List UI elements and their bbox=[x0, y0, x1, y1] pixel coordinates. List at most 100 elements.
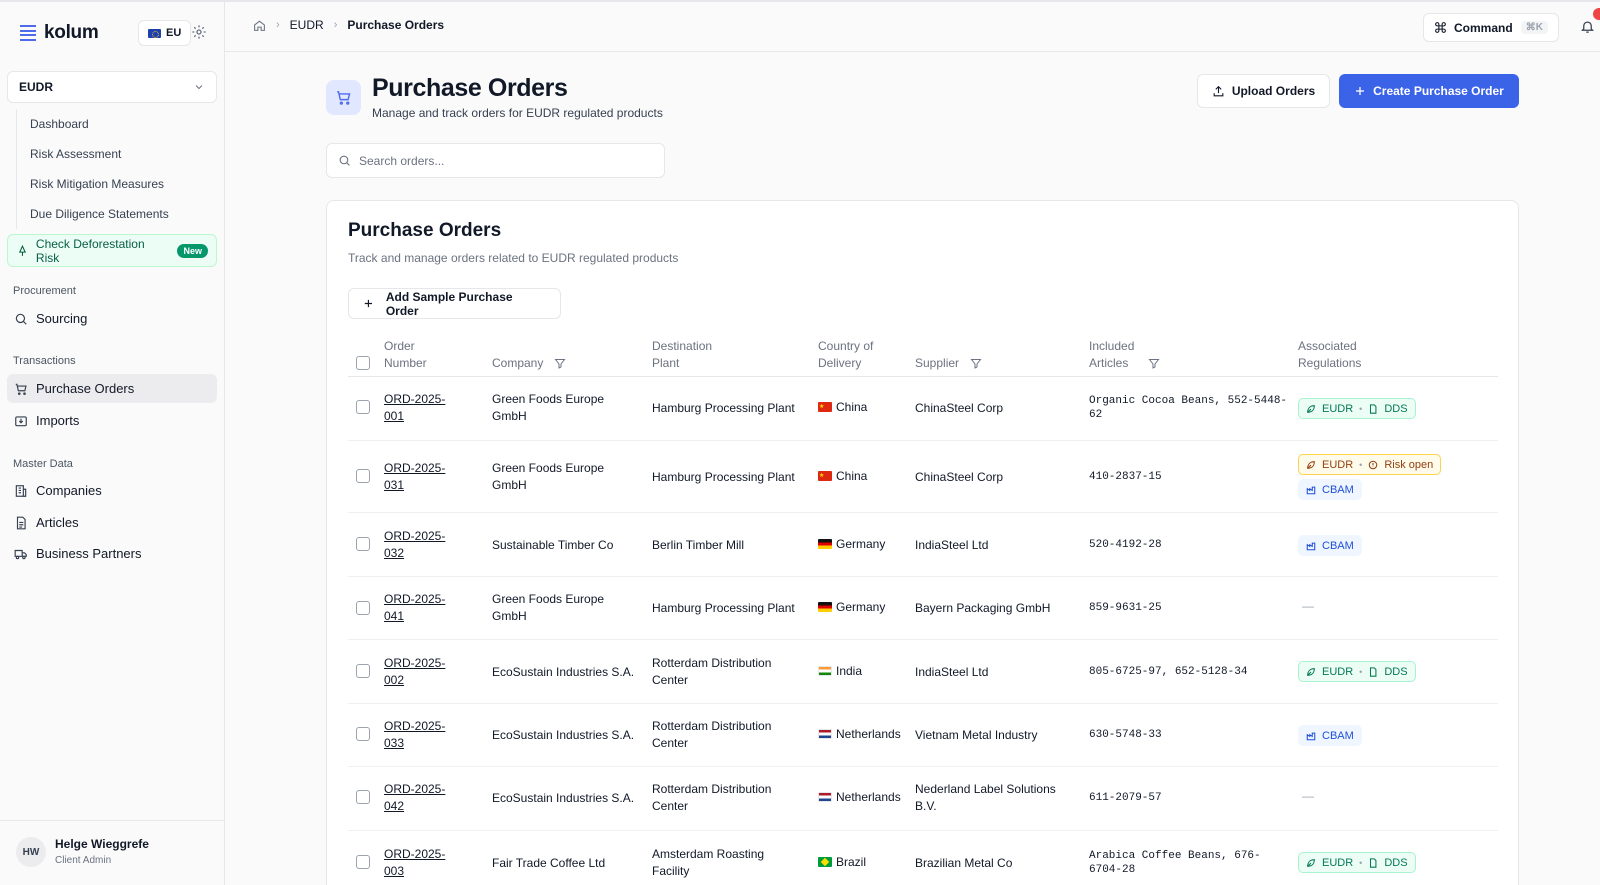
row-checkbox[interactable] bbox=[356, 469, 370, 483]
badge-separator: • bbox=[1359, 857, 1363, 868]
country-cell: Germany bbox=[818, 536, 885, 553]
column-header-order-number[interactable]: Order Number bbox=[384, 338, 427, 372]
order-number-link[interactable]: ORD-2025- 003 bbox=[384, 846, 445, 880]
table-row[interactable]: ORD-2025- 042 EcoSustain Industries S.A. … bbox=[348, 767, 1498, 831]
table-row[interactable]: ORD-2025- 033 EcoSustain Industries S.A. … bbox=[348, 704, 1498, 767]
order-number-text: 042 bbox=[384, 799, 405, 813]
subnav-item-risk-assessment[interactable]: Risk Assessment bbox=[17, 139, 216, 169]
sidebar-item-purchase-orders[interactable]: Purchase Orders bbox=[7, 374, 217, 403]
bell-icon[interactable] bbox=[1580, 19, 1595, 34]
subnav-item-risk-mitigation[interactable]: Risk Mitigation Measures bbox=[17, 169, 216, 199]
row-checkbox[interactable] bbox=[356, 790, 370, 804]
company-text: Green Foods Europe bbox=[492, 461, 605, 475]
column-header-destination-plant[interactable]: Destination Plant bbox=[652, 338, 712, 372]
filter-icon[interactable] bbox=[554, 357, 566, 370]
row-checkbox[interactable] bbox=[356, 601, 370, 615]
command-palette-button[interactable]: Command ⌘K bbox=[1423, 13, 1559, 42]
column-header-articles[interactable]: Included Articles bbox=[1089, 338, 1134, 372]
sidebar-item-sourcing[interactable]: Sourcing bbox=[7, 304, 217, 333]
add-sample-order-button[interactable]: Add Sample Purchase Order bbox=[348, 288, 561, 319]
factory-icon bbox=[1306, 542, 1316, 550]
module-select[interactable]: EUDR bbox=[7, 71, 217, 103]
table-row[interactable]: ORD-2025- 003 Fair Trade Coffee Ltd Amste… bbox=[348, 831, 1498, 885]
row-checkbox[interactable] bbox=[356, 727, 370, 741]
search-input[interactable] bbox=[359, 153, 649, 168]
order-number-link[interactable]: ORD-2025- 002 bbox=[384, 655, 445, 689]
supplier-cell: Bayern Packaging GmbH bbox=[915, 601, 1051, 615]
order-number-link[interactable]: ORD-2025- 041 bbox=[384, 591, 445, 625]
region-selector[interactable]: EU bbox=[138, 20, 192, 46]
cbam-badge[interactable]: CBAM bbox=[1298, 535, 1362, 556]
select-all-checkbox[interactable] bbox=[356, 356, 370, 370]
row-checkbox[interactable] bbox=[356, 537, 370, 551]
eudr-dds-badge[interactable]: EUDR • DDS bbox=[1298, 852, 1416, 873]
order-number-link[interactable]: ORD-2025- 042 bbox=[384, 781, 445, 815]
eudr-dds-badge[interactable]: EUDR • DDS bbox=[1298, 398, 1416, 419]
search-box bbox=[326, 143, 665, 178]
filter-icon[interactable] bbox=[1148, 357, 1160, 370]
articles-cell: 520-4192-28 bbox=[1089, 539, 1162, 551]
country-text: India bbox=[836, 664, 863, 678]
supplier-cell: IndiaSteel Ltd bbox=[915, 538, 989, 552]
order-number-link[interactable]: ORD-2025- 001 bbox=[384, 391, 445, 425]
logo[interactable]: kolum bbox=[20, 22, 99, 44]
badge-separator: • bbox=[1359, 403, 1363, 414]
document-icon bbox=[1370, 403, 1377, 414]
gear-icon[interactable] bbox=[191, 24, 207, 40]
sidebar-item-articles[interactable]: Articles bbox=[7, 508, 217, 537]
leaf-icon bbox=[1307, 667, 1315, 676]
cbam-badge[interactable]: CBAM bbox=[1298, 479, 1362, 500]
table-row[interactable]: ORD-2025- 041 Green Foods Europe GmbH Hamb… bbox=[348, 577, 1498, 640]
subnav-item-dashboard[interactable]: Dashboard bbox=[17, 109, 216, 139]
order-number-text: ORD-2025- bbox=[384, 392, 446, 406]
search-icon bbox=[15, 313, 27, 325]
column-header-company[interactable]: Company bbox=[492, 355, 543, 372]
import-icon bbox=[15, 415, 27, 426]
table-row[interactable]: ORD-2025- 002 EcoSustain Industries S.A. … bbox=[348, 640, 1498, 704]
home-icon[interactable] bbox=[253, 19, 266, 32]
cbam-badge[interactable]: CBAM bbox=[1298, 725, 1362, 746]
country-cell: Brazil bbox=[818, 854, 866, 871]
upload-orders-button[interactable]: Upload Orders bbox=[1197, 74, 1330, 108]
sidebar-item-label: Purchase Orders bbox=[36, 381, 135, 396]
breadcrumb-item-eudr[interactable]: EUDR bbox=[290, 18, 324, 32]
eudr-risk-badge[interactable]: EUDR • Risk open bbox=[1298, 454, 1442, 475]
leaf-icon bbox=[1307, 460, 1315, 469]
badge-dds: DDS bbox=[1384, 856, 1408, 869]
header-text: Plant bbox=[652, 356, 680, 370]
row-checkbox[interactable] bbox=[356, 664, 370, 678]
filter-icon[interactable] bbox=[970, 357, 982, 370]
user-profile[interactable]: HW Helge Wieggrefe Client Admin bbox=[0, 820, 224, 885]
country-cell: Germany bbox=[818, 599, 885, 616]
table-row[interactable]: ORD-2025- 031 Green Foods Europe GmbH Hamb… bbox=[348, 441, 1498, 513]
column-header-supplier[interactable]: Supplier bbox=[915, 355, 959, 372]
plant-cell: Hamburg Processing Plant bbox=[652, 470, 795, 484]
order-number-link[interactable]: ORD-2025- 031 bbox=[384, 460, 445, 494]
order-number-link[interactable]: ORD-2025- 032 bbox=[384, 528, 445, 562]
order-number-text: 003 bbox=[384, 864, 405, 878]
create-purchase-order-button[interactable]: Create Purchase Order bbox=[1339, 74, 1519, 108]
column-header-regulations[interactable]: Associated Regulations bbox=[1298, 338, 1361, 372]
row-checkbox[interactable] bbox=[356, 855, 370, 869]
eudr-dds-badge[interactable]: EUDR • DDS bbox=[1298, 661, 1416, 682]
company-cell: Sustainable Timber Co bbox=[492, 538, 614, 552]
plus-icon bbox=[364, 299, 373, 308]
leaf-icon bbox=[1307, 404, 1315, 413]
table-row[interactable]: ORD-2025- 001 Green Foods Europe GmbH Hamb… bbox=[348, 377, 1498, 441]
truck-icon bbox=[14, 549, 27, 559]
check-deforestation-risk-button[interactable]: Check Deforestation Risk New bbox=[7, 234, 217, 267]
supplier-cell: ChinaSteel Corp bbox=[915, 401, 1004, 415]
sidebar-item-imports[interactable]: Imports bbox=[7, 406, 217, 435]
order-number-link[interactable]: ORD-2025- 033 bbox=[384, 718, 445, 752]
breadcrumb: › EUDR › Purchase Orders bbox=[253, 18, 444, 32]
badge-separator: • bbox=[1359, 666, 1363, 677]
sidebar-item-companies[interactable]: Companies bbox=[7, 476, 217, 505]
sidebar-item-business-partners[interactable]: Business Partners bbox=[7, 539, 217, 568]
module-select-value: EUDR bbox=[19, 80, 54, 94]
logo-text: kolum bbox=[44, 22, 99, 43]
column-header-country[interactable]: Country of Delivery bbox=[818, 338, 873, 372]
row-checkbox[interactable] bbox=[356, 400, 370, 414]
table-row[interactable]: ORD-2025- 032 Sustainable Timber Co Berli… bbox=[348, 513, 1498, 577]
supplier-cell: IndiaSteel Ltd bbox=[915, 665, 989, 679]
subnav-item-due-diligence[interactable]: Due Diligence Statements bbox=[17, 199, 216, 229]
